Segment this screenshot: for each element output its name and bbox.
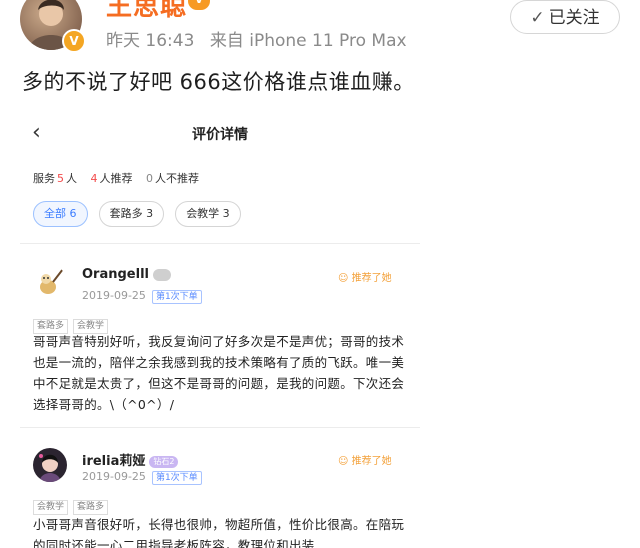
review-date: 2019-09-25 第1次下单 [82,289,202,304]
verified-badge-icon: V [62,29,86,53]
recommend-label: ☺ 推荐了她 [338,273,392,284]
divider [20,427,420,428]
review-tags: 会教学 套路多 [33,494,113,515]
review-item: Orangelll ☺ 推荐了她 2019-09-25 第1次下单 套路多 会教学 … [20,255,420,425]
divider [20,243,420,244]
check-icon: ✓ [530,8,545,28]
summary-service: 服务 5 人 [33,172,77,185]
reviewer-name[interactable]: irelia莉娅 钻石2 [82,450,179,469]
filter-chip-all[interactable]: 全部 6 [33,201,88,227]
smile-icon: ☺ [338,273,349,284]
filter-chip-routine[interactable]: 套路多 3 [98,201,165,227]
reviewer-avatar[interactable] [33,448,67,482]
review-summary: 服务 5 人 4 人推荐 0 人不推荐 [33,170,207,186]
post-text: 多的不说了好吧 666这价格谁点谁血赚。 [22,70,415,94]
review-text: 哥哥声音特别好听，我反复询问了好多次是不是声优；哥哥的技术也是一流的，陪伴之余我… [33,334,405,412]
reviewer-name[interactable]: Orangelll [82,267,172,282]
embedded-screenshot[interactable]: ‹ 评价详情 服务 5 人 4 人推荐 0 人不推荐 全部 6 套路多 3 会教学 3 … [20,110,420,548]
cat-guitar-icon [33,265,67,299]
page-title: 评价详情 [192,127,248,143]
order-count-badge: 第1次下单 [151,471,202,485]
post-source: 来自 iPhone 11 Pro Max [209,31,407,51]
post-header: V 王思聪 V 昨天 16:43 来自 iPhone 11 Pro Max ✓ 已… [0,0,640,60]
order-count-badge: 第1次下单 [151,290,202,304]
post-username[interactable]: 王思聪 [106,0,187,23]
review-item: irelia莉娅 钻石2 ☺ 推荐了她 2019-09-25 第1次下单 会教学 套路… [20,440,420,548]
review-text: 小哥哥声音很好听，长得也很帅，物超所值，性价比很高。在陪玩的同时还能一心二用指导… [33,517,405,548]
rank-badge-icon [152,268,172,281]
review-tag: 套路多 [73,500,109,515]
post-time: 昨天 16:43 [106,31,195,51]
post-meta: 昨天 16:43 来自 iPhone 11 Pro Max [106,26,417,51]
vip-badge-icon: V [188,0,210,10]
review-tag: 会教学 [33,500,69,515]
recommend-label: ☺ 推荐了她 [338,456,392,467]
filter-chips: 全部 6 套路多 3 会教学 3 [33,201,247,227]
filter-chip-teaching[interactable]: 会教学 3 [175,201,241,227]
rank-badge-icon: 钻石2 [149,455,179,468]
smile-icon: ☺ [338,456,349,467]
review-date: 2019-09-25 第1次下单 [82,470,202,485]
girl-portrait-icon [33,448,67,482]
summary-recommend: 4 人推荐 [90,172,133,185]
summary-not-recommend: 0 人不推荐 [146,172,199,185]
follow-button[interactable]: ✓ 已关注 [510,0,620,34]
follow-label: 已关注 [548,8,600,28]
reviewer-avatar[interactable] [33,265,67,299]
